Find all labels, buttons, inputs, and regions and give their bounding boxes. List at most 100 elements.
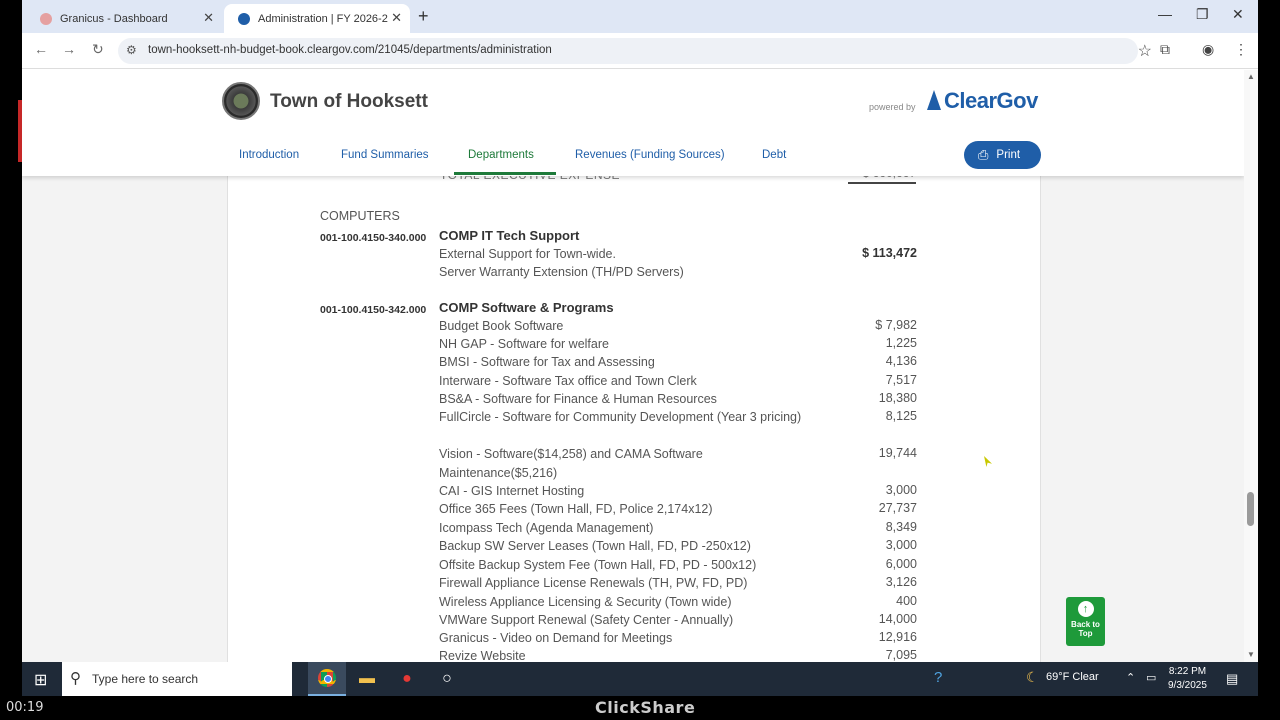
site-title[interactable]: Town of Hooksett (270, 91, 428, 113)
circle-app-icon: ○ (442, 670, 452, 687)
line-description: Granicus - Video on Demand for Meetings (439, 631, 673, 645)
taskbar-chrome[interactable] (308, 662, 346, 696)
close-window-icon[interactable]: ✕ (1232, 6, 1244, 23)
cast-icon[interactable]: ⧉ (1160, 41, 1170, 58)
cleargov-brand: ClearGov (944, 88, 1038, 113)
line-description: FullCircle - Software for Community Deve… (439, 410, 802, 424)
minimize-icon[interactable]: — (1158, 6, 1172, 22)
town-seal-logo[interactable] (222, 82, 260, 120)
tab-label: Administration | FY 2026-27 To (258, 12, 388, 25)
scrollbar-thumb[interactable] (1247, 492, 1254, 526)
clock-date: 9/3/2025 (1168, 680, 1207, 691)
new-tab-icon[interactable]: + (418, 6, 429, 27)
account-title: COMP IT Tech Support (439, 228, 580, 243)
tab-administration[interactable]: Administration | FY 2026-27 To ✕ (224, 4, 410, 33)
profile-icon[interactable]: ◉ (1202, 41, 1214, 58)
restore-icon[interactable]: ❐ (1196, 6, 1209, 23)
print-label: Print (996, 149, 1021, 161)
printer-icon: ⎙ (978, 147, 989, 162)
browser-toolbar: ← → ↻ ⚙ town-hooksett-nh-budget-book.cle… (22, 33, 1258, 69)
line-description: Vision - Software($14,258) and CAMA Soft… (439, 447, 703, 480)
line-amount: 4,136 (885, 354, 917, 368)
tab-label: Granicus - Dashboard (60, 12, 168, 25)
tab-granicus[interactable]: Granicus - Dashboard ✕ (26, 4, 222, 33)
line-description: Firewall Appliance License Renewals (TH,… (439, 576, 748, 590)
menu-icon[interactable]: ⋮ (1234, 41, 1248, 58)
nav-debt[interactable]: Debt (762, 149, 786, 161)
line-description: Budget Book Software (439, 319, 564, 333)
nav-fund-summaries[interactable]: Fund Summaries (341, 149, 429, 161)
help-icon[interactable]: ? (934, 669, 942, 686)
close-icon[interactable]: ✕ (203, 10, 214, 26)
taskbar-clock[interactable]: 8:22 PM 9/3/2025 (1168, 665, 1207, 693)
chevron-up-icon[interactable]: ⌃ (1126, 671, 1135, 684)
windows-start-icon[interactable]: ⊞ (34, 670, 47, 690)
line-amount: 3,000 (885, 538, 917, 552)
line-amount: 6,000 (885, 557, 917, 571)
powered-by-label: powered by (869, 102, 916, 112)
taskbar-search[interactable]: ⚲ Type here to search (62, 662, 292, 696)
section-heading: COMPUTERS (320, 209, 400, 223)
line-amount: 18,380 (878, 391, 917, 405)
line-description: Interware - Software Tax office and Town… (439, 374, 697, 388)
red-app-icon: ● (402, 670, 412, 687)
close-icon[interactable]: ✕ (391, 10, 402, 26)
line-description: External Support for Town-wide. (439, 247, 616, 261)
nav-revenues[interactable]: Revenues (Funding Sources) (575, 149, 725, 161)
nav-departments[interactable]: Departments (468, 149, 534, 161)
account-title: COMP Software & Programs (439, 300, 614, 315)
back-icon[interactable]: ← (34, 41, 48, 57)
tab-strip: Granicus - Dashboard ✕ Administration | … (22, 0, 1258, 33)
back-to-top-button[interactable]: ↑ Back to Top (1066, 597, 1105, 646)
line-description: NH GAP - Software for welfare (439, 337, 609, 351)
taskbar-file-explorer[interactable]: ▬ (348, 662, 386, 696)
line-amount: 400 (896, 594, 917, 608)
cleargov-logo[interactable]: ClearGov (927, 88, 1038, 114)
line-amount: 3,000 (885, 483, 917, 497)
line-amount: 1,225 (885, 336, 917, 350)
site-info-icon[interactable]: ⚙ (126, 43, 137, 57)
budget-content: TOTAL EXECUTIVE EXPENSE $ 660,667 COMPUT… (227, 160, 1041, 662)
address-bar[interactable]: ⚙ town-hooksett-nh-budget-book.cleargov.… (118, 38, 1152, 64)
line-amount: 27,737 (878, 501, 917, 515)
back-to-top-label: Back to Top (1071, 620, 1100, 638)
line-description: Wireless Appliance Licensing & Security … (439, 595, 732, 609)
recording-timer: 00:19 (6, 700, 44, 715)
scroll-down-icon[interactable]: ▼ (1247, 650, 1255, 659)
cleargov-favicon-icon (238, 12, 250, 25)
line-description: Backup SW Server Leases (Town Hall, FD, … (439, 539, 751, 553)
web-page: TOTAL EXECUTIVE EXPENSE $ 660,667 COMPUT… (22, 70, 1244, 662)
line-description: Offsite Backup System Fee (Town Hall, FD… (439, 558, 757, 572)
search-placeholder: Type here to search (92, 672, 199, 686)
left-letterbox (0, 0, 22, 696)
print-button[interactable]: ⎙ Print (964, 141, 1041, 169)
scroll-up-icon[interactable]: ▲ (1247, 72, 1255, 81)
account-code: 001-100.4150-342.000 (320, 304, 427, 316)
search-icon: ⚲ (70, 670, 81, 687)
nav-introduction[interactable]: Introduction (239, 149, 299, 161)
taskbar-app-red[interactable]: ● (388, 662, 426, 696)
screen: Granicus - Dashboard ✕ Administration | … (22, 0, 1258, 696)
taskbar-app-circle[interactable]: ○ (428, 662, 466, 696)
notifications-icon[interactable]: ▤ (1226, 671, 1238, 687)
forward-icon[interactable]: → (62, 41, 76, 57)
line-amount: 19,744 (878, 446, 917, 460)
network-icon[interactable]: ▭ (1146, 671, 1156, 684)
weather-text[interactable]: 69°F Clear (1046, 671, 1099, 683)
arrow-up-icon: ↑ (1077, 601, 1094, 617)
line-amount: 7,095 (885, 648, 917, 662)
page-scrollbar[interactable]: ▲ ▼ (1244, 70, 1258, 662)
line-amount: 3,126 (885, 575, 917, 589)
line-description: CAI - GIS Internet Hosting (439, 484, 585, 498)
line-amount: 12,916 (878, 630, 917, 644)
active-nav-underline (454, 172, 556, 175)
site-header: Town of Hooksett powered by ClearGov Int… (22, 70, 1244, 176)
right-letterbox (1258, 0, 1280, 696)
chrome-icon (318, 669, 336, 687)
reload-icon[interactable]: ↻ (92, 41, 104, 58)
line-amount: $ 7,982 (875, 318, 917, 332)
line-description: Server Warranty Extension (TH/PD Servers… (439, 265, 684, 279)
clickshare-label: ClickShare (595, 698, 696, 717)
bookmark-star-icon[interactable]: ☆ (1138, 41, 1152, 61)
line-amount: 8,125 (885, 409, 917, 423)
